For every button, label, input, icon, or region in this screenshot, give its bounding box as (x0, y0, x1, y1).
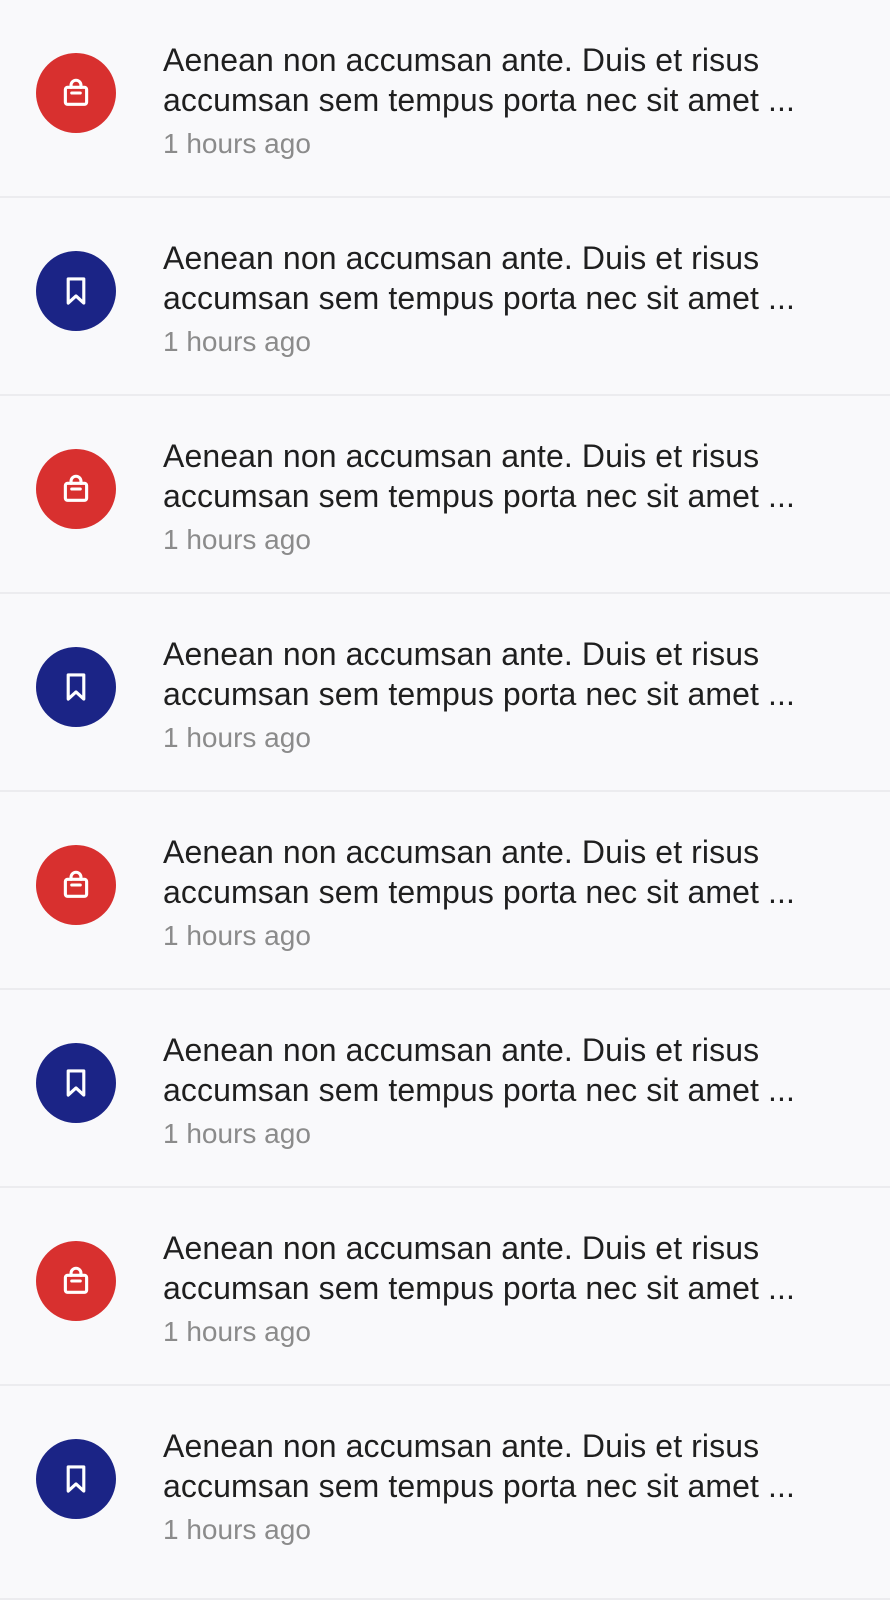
notification-text: Aenean non accumsan ante. Duis et risus … (163, 832, 863, 956)
notification-time: 1 hours ago (163, 1514, 311, 1545)
notification-message: Aenean non accumsan ante. Duis et risus … (163, 1230, 796, 1306)
bookmark-icon (59, 670, 93, 704)
notification-message: Aenean non accumsan ante. Duis et risus … (163, 1032, 796, 1108)
notification-item[interactable]: Aenean non accumsan ante. Duis et risus … (0, 1386, 890, 1600)
notification-message: Aenean non accumsan ante. Duis et risus … (163, 1428, 796, 1504)
notification-message: Aenean non accumsan ante. Duis et risus … (163, 636, 796, 712)
notification-message: Aenean non accumsan ante. Duis et risus … (163, 240, 796, 316)
notification-avatar (36, 449, 116, 529)
notification-time: 1 hours ago (163, 1118, 311, 1149)
bookmark-icon (59, 274, 93, 308)
notification-item[interactable]: Aenean non accumsan ante. Duis et risus … (0, 1188, 890, 1386)
notification-avatar (36, 1439, 116, 1519)
shopping-bag-icon (59, 472, 93, 506)
notification-item[interactable]: Aenean non accumsan ante. Duis et risus … (0, 792, 890, 990)
bookmark-icon (59, 1066, 93, 1100)
shopping-bag-icon (59, 1264, 93, 1298)
notification-time: 1 hours ago (163, 1316, 311, 1347)
notification-message: Aenean non accumsan ante. Duis et risus … (163, 438, 796, 514)
notification-text: Aenean non accumsan ante. Duis et risus … (163, 634, 863, 758)
shopping-bag-icon (59, 868, 93, 902)
notification-list: Aenean non accumsan ante. Duis et risus … (0, 0, 890, 1600)
notification-avatar (36, 1043, 116, 1123)
notification-time: 1 hours ago (163, 326, 311, 357)
notification-item[interactable]: Aenean non accumsan ante. Duis et risus … (0, 198, 890, 396)
notification-text: Aenean non accumsan ante. Duis et risus … (163, 1228, 863, 1352)
notification-message: Aenean non accumsan ante. Duis et risus … (163, 834, 796, 910)
notification-time: 1 hours ago (163, 128, 311, 159)
notification-item[interactable]: Aenean non accumsan ante. Duis et risus … (0, 594, 890, 792)
notification-avatar (36, 845, 116, 925)
notification-text: Aenean non accumsan ante. Duis et risus … (163, 436, 863, 560)
notification-avatar (36, 251, 116, 331)
notification-avatar (36, 1241, 116, 1321)
notification-message: Aenean non accumsan ante. Duis et risus … (163, 42, 796, 118)
notification-item[interactable]: Aenean non accumsan ante. Duis et risus … (0, 396, 890, 594)
notification-text: Aenean non accumsan ante. Duis et risus … (163, 238, 863, 362)
notification-item[interactable]: Aenean non accumsan ante. Duis et risus … (0, 0, 890, 198)
notification-item[interactable]: Aenean non accumsan ante. Duis et risus … (0, 990, 890, 1188)
bookmark-icon (59, 1462, 93, 1496)
notification-time: 1 hours ago (163, 920, 311, 951)
notification-text: Aenean non accumsan ante. Duis et risus … (163, 1030, 863, 1154)
notification-time: 1 hours ago (163, 722, 311, 753)
shopping-bag-icon (59, 76, 93, 110)
notification-time: 1 hours ago (163, 524, 311, 555)
notification-avatar (36, 647, 116, 727)
notification-text: Aenean non accumsan ante. Duis et risus … (163, 1426, 863, 1550)
notification-avatar (36, 53, 116, 133)
notification-text: Aenean non accumsan ante. Duis et risus … (163, 40, 863, 164)
